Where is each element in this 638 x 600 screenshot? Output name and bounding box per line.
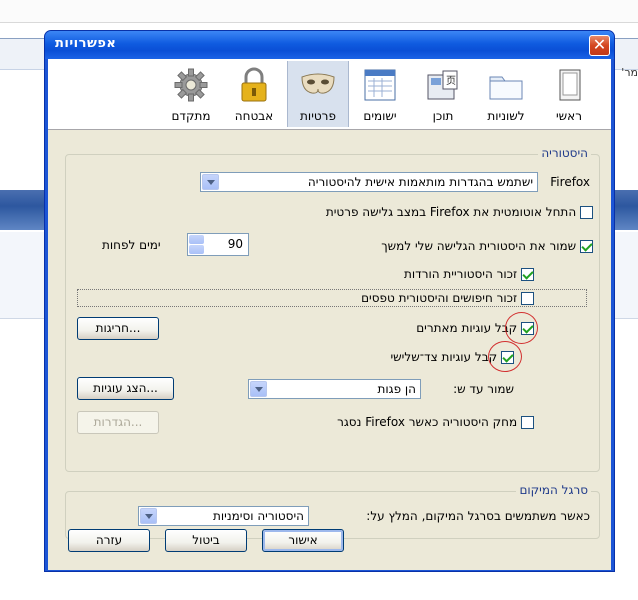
clear-on-close-checkbox[interactable] [521,416,534,429]
location-suggest-select[interactable]: היסטוריה וסימניות [138,506,309,526]
tab-applications[interactable]: ישומים [350,61,410,127]
search-forms-label: זכור חיפושים והיסטורית טפסים [361,291,518,305]
highlight-circle [488,341,522,372]
clear-on-close-label: מחק היסטוריה כאשר Firefox נסגר [337,415,518,429]
tab-tabs[interactable]: לשוניות [476,61,536,127]
chevron-down-icon[interactable] [202,174,219,190]
keep-history-row[interactable]: שמור את היסטורית הגלישה שלי למשך [381,236,593,256]
background-text-fragment: 'מר [621,66,638,79]
tab-content-label: תוכן [432,109,454,123]
history-groupbox: היסטוריה Firefox ישתמש בהגדרות מותאמות א… [65,146,600,472]
tab-applications-label: ישומים [363,109,397,123]
folder-tabs-icon [489,76,523,100]
mask-icon [301,73,335,94]
applications-icon [364,69,396,101]
search-forms-row[interactable]: זכור חיפושים והיסטורית טפסים [361,291,534,305]
search-forms-checkbox[interactable] [521,292,534,305]
history-group-title: היסטוריה [538,146,591,160]
downloads-label: זכור היסטוריית הורדות [404,267,518,281]
close-button[interactable]: ✕ [589,35,610,56]
content-icon: 页 [427,70,458,100]
days-value: 90 [227,237,243,251]
spin-down-icon[interactable] [189,245,204,254]
tab-content[interactable]: 页 תוכן [413,61,473,127]
window-title: אפשרויות [55,36,117,51]
private-browsing-label: התחל אוטומטית את Firefox במצב גלישה פרטי… [325,205,577,219]
firefox-label: Firefox [550,175,590,189]
preferences-toolbar: ראשי לשוניות 页 תוכן ישומים פרטיות אבטחה … [48,59,611,130]
private-browsing-row[interactable]: התחל אוטומטית את Firefox במצב גלישה פרטי… [326,205,593,219]
tab-privacy[interactable]: פרטיות [287,61,349,127]
accept-cookies-label: קבל עוגיות מאתרים [416,321,518,335]
show-cookies-button[interactable]: הצג עוגיות... [77,377,174,400]
lock-icon [241,67,267,102]
downloads-checkbox[interactable] [521,268,534,281]
options-dialog: אפשרויות ✕ ראשי לשוניות 页 תוכן ישומים פר… [44,30,615,572]
location-suggest-value: היסטוריה וסימניות [212,509,304,523]
highlight-circle [505,312,538,344]
chevron-down-icon[interactable] [140,508,157,524]
tab-main-label: ראשי [556,109,582,123]
private-browsing-checkbox[interactable] [580,206,593,219]
tab-advanced-label: מתקדם [171,109,211,123]
days-spinner[interactable]: 90 [187,233,249,256]
keep-until-value: הן פגות [377,382,416,396]
keep-history-checkbox[interactable] [580,240,593,253]
ok-button[interactable]: אישור [262,529,344,552]
cancel-button[interactable]: ביטול [165,529,247,552]
spin-up-icon[interactable] [189,235,204,244]
background-tab-strip [0,0,638,23]
keep-until-select[interactable]: הן פגות [248,379,421,399]
dialog-client: ראשי לשוניות 页 תוכן ישומים פרטיות אבטחה … [48,59,611,570]
tab-privacy-label: פרטיות [300,109,336,123]
keep-history-label: שמור את היסטורית הגלישה שלי למשך [381,239,577,253]
third-party-cookies-label: קבל עוגיות צד־שלישי [390,350,498,364]
tab-main[interactable]: ראשי [539,61,599,127]
location-bar-group-title: סרגל המיקום [516,483,591,497]
history-mode-select[interactable]: ישתמש בהגדרות מותאמות אישית להיסטוריה [200,172,538,192]
window-icon [559,69,581,101]
tab-security[interactable]: אבטחה [224,61,284,127]
tab-tabs-label: לשוניות [487,109,525,123]
gear-icon [174,68,208,102]
days-suffix: ימים לפחות [102,238,161,252]
location-suggest-label: כאשר משתמשים בסרגל המיקום, המלץ על: [366,509,590,523]
downloads-row[interactable]: זכור היסטוריית הורדות [404,267,534,281]
help-button[interactable]: עזרה [68,529,150,552]
tab-advanced[interactable]: מתקדם [161,61,221,127]
chevron-down-icon[interactable] [250,381,267,397]
tab-security-label: אבטחה [234,109,274,123]
keep-until-label: שמור עד ש: [453,382,514,396]
title-bar[interactable]: אפשרויות ✕ [45,31,614,59]
svg-text:页: 页 [446,75,456,87]
clear-settings-button: הגדרות... [77,411,159,434]
exceptions-button[interactable]: חריגות... [77,317,159,340]
clear-on-close-row[interactable]: מחק היסטוריה כאשר Firefox נסגר [337,415,534,429]
history-mode-value: ישתמש בהגדרות מותאמות אישית להיסטוריה [307,175,533,189]
